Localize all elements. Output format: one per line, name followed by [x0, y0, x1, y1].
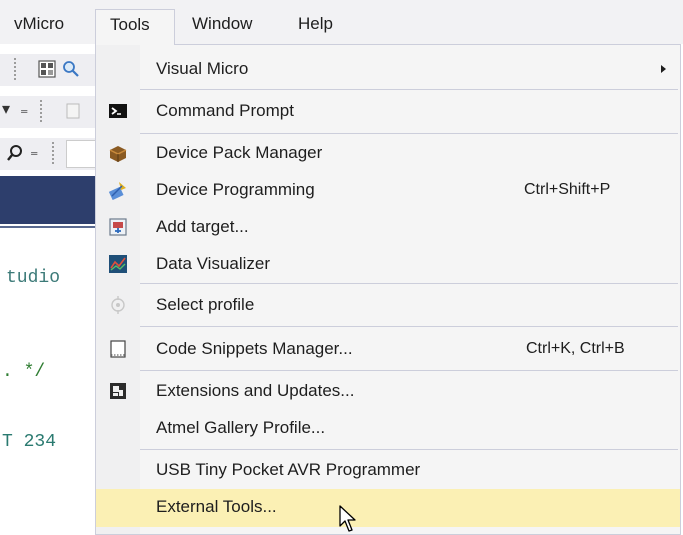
- toolbar-grip: [14, 58, 16, 80]
- menu-item-select-profile[interactable]: Select profile: [96, 287, 680, 323]
- menu-vmicro[interactable]: vMicro: [4, 9, 74, 39]
- menu-item-usb-tiny-pocket-avr-programmer[interactable]: USB Tiny Pocket AVR Programmer: [96, 452, 680, 488]
- toolbar-row: ₌: [0, 138, 96, 170]
- screen: vMicro Tools Window Help ▾ ₌ ₌ tudio . *…: [0, 0, 683, 535]
- add-target-icon: [109, 218, 127, 236]
- menu-item-device-pack-manager[interactable]: Device Pack Manager: [96, 135, 680, 171]
- menu-separator: [140, 449, 678, 450]
- toolbar-row: ▾ ₌: [0, 96, 96, 128]
- menu-item-data-visualizer[interactable]: Data Visualizer: [96, 246, 680, 282]
- menu-item-shortcut: Ctrl+K, Ctrl+B: [526, 340, 625, 357]
- menu-item-label: Code Snippets Manager...: [156, 339, 353, 358]
- data-visualizer-icon: [109, 255, 127, 273]
- menu-item-extensions-and-updates[interactable]: Extensions and Updates...: [96, 373, 680, 409]
- overflow-icon[interactable]: ₌: [30, 141, 38, 160]
- dropdown-arrow-icon[interactable]: ▾: [2, 99, 10, 118]
- menu-help[interactable]: Help: [288, 9, 343, 39]
- ide-background: ▾ ₌ ₌ tudio . */ T 234: [0, 44, 96, 535]
- menu-window[interactable]: Window: [182, 9, 262, 39]
- menu-item-label: Atmel Gallery Profile...: [156, 418, 326, 437]
- mouse-cursor-icon: [339, 505, 356, 532]
- select-profile-icon: [111, 296, 125, 314]
- search-icon[interactable]: [6, 144, 24, 162]
- code-line: . */: [2, 362, 46, 382]
- menu-item-label: Data Visualizer: [156, 254, 271, 273]
- device-pack-icon: [109, 146, 127, 162]
- zoom-icon[interactable]: [62, 60, 80, 78]
- menu-item-label: Select profile: [156, 295, 255, 314]
- menu-item-shortcut: Ctrl+Shift+P: [524, 181, 611, 198]
- menu-separator: [140, 89, 678, 90]
- menu-item-label: Add target...: [156, 217, 249, 236]
- command-prompt-icon: [109, 104, 127, 118]
- menu-item-label: Device Programming: [156, 180, 315, 199]
- menu-separator: [140, 283, 678, 284]
- document-icon: [66, 103, 80, 119]
- menu-item-label: Device Pack Manager: [156, 143, 323, 162]
- code-snippets-icon: [110, 340, 126, 358]
- submenu-arrow-icon: [661, 65, 666, 73]
- extensions-icon: [110, 383, 126, 399]
- code-line: tudio: [6, 268, 61, 288]
- menu-item-atmel-gallery-profile[interactable]: Atmel Gallery Profile...: [96, 410, 680, 446]
- toolbar-grip: [52, 142, 54, 164]
- tab-underline: [0, 226, 96, 228]
- menu-tools[interactable]: Tools: [95, 9, 175, 45]
- menu-item-device-programming[interactable]: Device Programming Ctrl+Shift+P: [96, 172, 680, 208]
- menu-item-command-prompt[interactable]: Command Prompt: [96, 93, 680, 129]
- search-box[interactable]: [66, 140, 96, 168]
- device-programming-icon: [108, 182, 126, 200]
- menu-bar: vMicro Tools Window Help: [0, 0, 683, 45]
- editor-tab-bar: [0, 176, 96, 224]
- menu-item-code-snippets-manager[interactable]: Code Snippets Manager... Ctrl+K, Ctrl+B: [96, 331, 680, 367]
- menu-item-add-target[interactable]: Add target...: [96, 209, 680, 245]
- menu-item-label: Command Prompt: [156, 101, 294, 120]
- overflow-icon[interactable]: ₌: [20, 99, 28, 118]
- menu-separator: [140, 326, 678, 327]
- toolbar-row: [0, 54, 96, 86]
- menu-item-visual-micro[interactable]: Visual Micro: [96, 51, 680, 87]
- menu-separator: [140, 133, 678, 134]
- menu-separator: [140, 370, 678, 371]
- menu-item-label: Visual Micro: [156, 59, 249, 78]
- menu-item-label: External Tools...: [156, 497, 277, 516]
- menu-item-label: Extensions and Updates...: [156, 381, 355, 400]
- menu-item-label: USB Tiny Pocket AVR Programmer: [156, 460, 421, 479]
- layout-icon[interactable]: [38, 60, 56, 78]
- tools-dropdown-menu: Visual Micro Command Prompt Device Pack …: [95, 44, 681, 535]
- code-line: T 234: [2, 432, 57, 452]
- toolbar-grip: [40, 100, 42, 122]
- menu-item-external-tools[interactable]: External Tools...: [96, 489, 680, 527]
